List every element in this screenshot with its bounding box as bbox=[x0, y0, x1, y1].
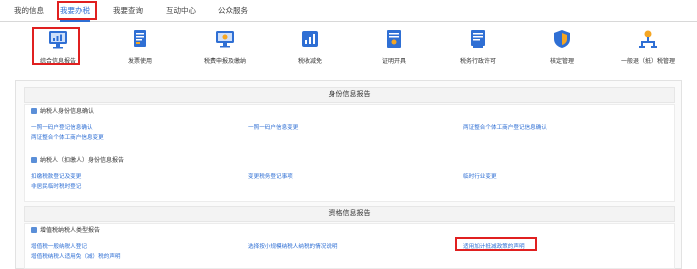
func-verification[interactable]: 核定管理 bbox=[520, 22, 604, 74]
func-tax-relief[interactable]: 税收减免 bbox=[268, 22, 352, 74]
func-label: 税务行政许可 bbox=[459, 59, 496, 65]
func-declare-pay[interactable]: 税费申报及缴纳 bbox=[183, 22, 267, 74]
func-certificate[interactable]: 证明开具 bbox=[352, 22, 436, 74]
link-one-code-change[interactable]: 一照一码户信息变更 bbox=[248, 124, 298, 132]
func-label: 证明开具 bbox=[381, 59, 406, 65]
func-label: 一般退（抵）税管理 bbox=[620, 59, 675, 65]
group-title-identity-report: 纳税人（扣缴人）身份信息报告 bbox=[31, 157, 124, 165]
function-row: 综合信息报告 发票使用 税费申报及缴纳 税收减免 证明开具 税务行政许可 核定管… bbox=[0, 22, 697, 74]
tax-relief-icon bbox=[302, 31, 318, 47]
link-vat-exemption-declaration[interactable]: 增值税纳税人适用免（减）税的声明 bbox=[31, 253, 121, 261]
link-change-registration[interactable]: 变更税务登记事项 bbox=[248, 173, 293, 181]
func-invoice[interactable]: 发票使用 bbox=[98, 22, 182, 74]
section-title-identity: 身份信息报告 bbox=[24, 87, 675, 103]
group-title-vat-type: 增值税纳税人类型报告 bbox=[31, 227, 100, 235]
func-admin-license[interactable]: 税务行政许可 bbox=[436, 22, 520, 74]
func-label: 发票使用 bbox=[127, 59, 152, 65]
link-one-code-confirm[interactable]: 一照一码户登记信息确认 bbox=[31, 124, 93, 132]
shield-icon bbox=[554, 30, 570, 48]
link-two-cert-confirm[interactable]: 两证整合个体工商户登记信息确认 bbox=[463, 124, 547, 132]
qualification-group-box: 增值税纳税人类型报告 增值税一般纳税人登记 选择按小规模纳税人纳税的情况说明 适… bbox=[24, 223, 675, 269]
refund-icon bbox=[639, 30, 657, 48]
certificate-icon bbox=[387, 30, 401, 48]
group-title-identity-confirm: 纳税人身份信息确认 bbox=[31, 108, 94, 116]
license-icon bbox=[471, 30, 485, 48]
top-nav: 我的信息 我要办税 我要查询 互动中心 公众服务 bbox=[0, 0, 697, 22]
identity-group-box: 纳税人身份信息确认 一照一码户登记信息确认 一照一码户信息变更 两证整合个体工商… bbox=[24, 104, 675, 202]
func-label: 税收减免 bbox=[297, 59, 322, 65]
section-title-qualification: 资格信息报告 bbox=[24, 206, 675, 222]
tab-interaction[interactable]: 互动中心 bbox=[166, 4, 196, 18]
id-card-icon bbox=[31, 157, 37, 163]
link-nonresident-registration[interactable]: 非居民临时税时登记 bbox=[31, 183, 81, 191]
tab-my-info[interactable]: 我的信息 bbox=[14, 4, 44, 18]
func-label: 核定管理 bbox=[549, 59, 574, 65]
link-two-cert-change[interactable]: 两证整合个体工商户信息变更 bbox=[31, 134, 104, 142]
highlight-box-tab bbox=[57, 1, 97, 20]
func-refund[interactable]: 一般退（抵）税管理 bbox=[606, 22, 690, 74]
link-industry-change[interactable]: 临时行业变更 bbox=[463, 173, 497, 181]
declare-icon bbox=[216, 31, 234, 48]
main-panel: 身份信息报告 纳税人身份信息确认 一照一码户登记信息确认 一照一码户信息变更 两… bbox=[15, 80, 682, 269]
highlight-box-link bbox=[455, 237, 537, 251]
func-label: 税费申报及缴纳 bbox=[203, 59, 246, 65]
tab-query[interactable]: 我要查询 bbox=[113, 4, 143, 18]
link-small-scale-explanation[interactable]: 选择按小规模纳税人纳税的情况说明 bbox=[248, 243, 338, 251]
highlight-box-function bbox=[32, 27, 80, 65]
document-icon bbox=[31, 227, 37, 233]
user-card-icon bbox=[31, 108, 37, 114]
link-vat-general-registration[interactable]: 增值税一般纳税人登记 bbox=[31, 243, 87, 251]
link-withholding-registration[interactable]: 扣缴税款登记及变更 bbox=[31, 173, 81, 181]
tab-public-service[interactable]: 公众服务 bbox=[218, 4, 248, 18]
invoice-icon bbox=[134, 30, 146, 47]
